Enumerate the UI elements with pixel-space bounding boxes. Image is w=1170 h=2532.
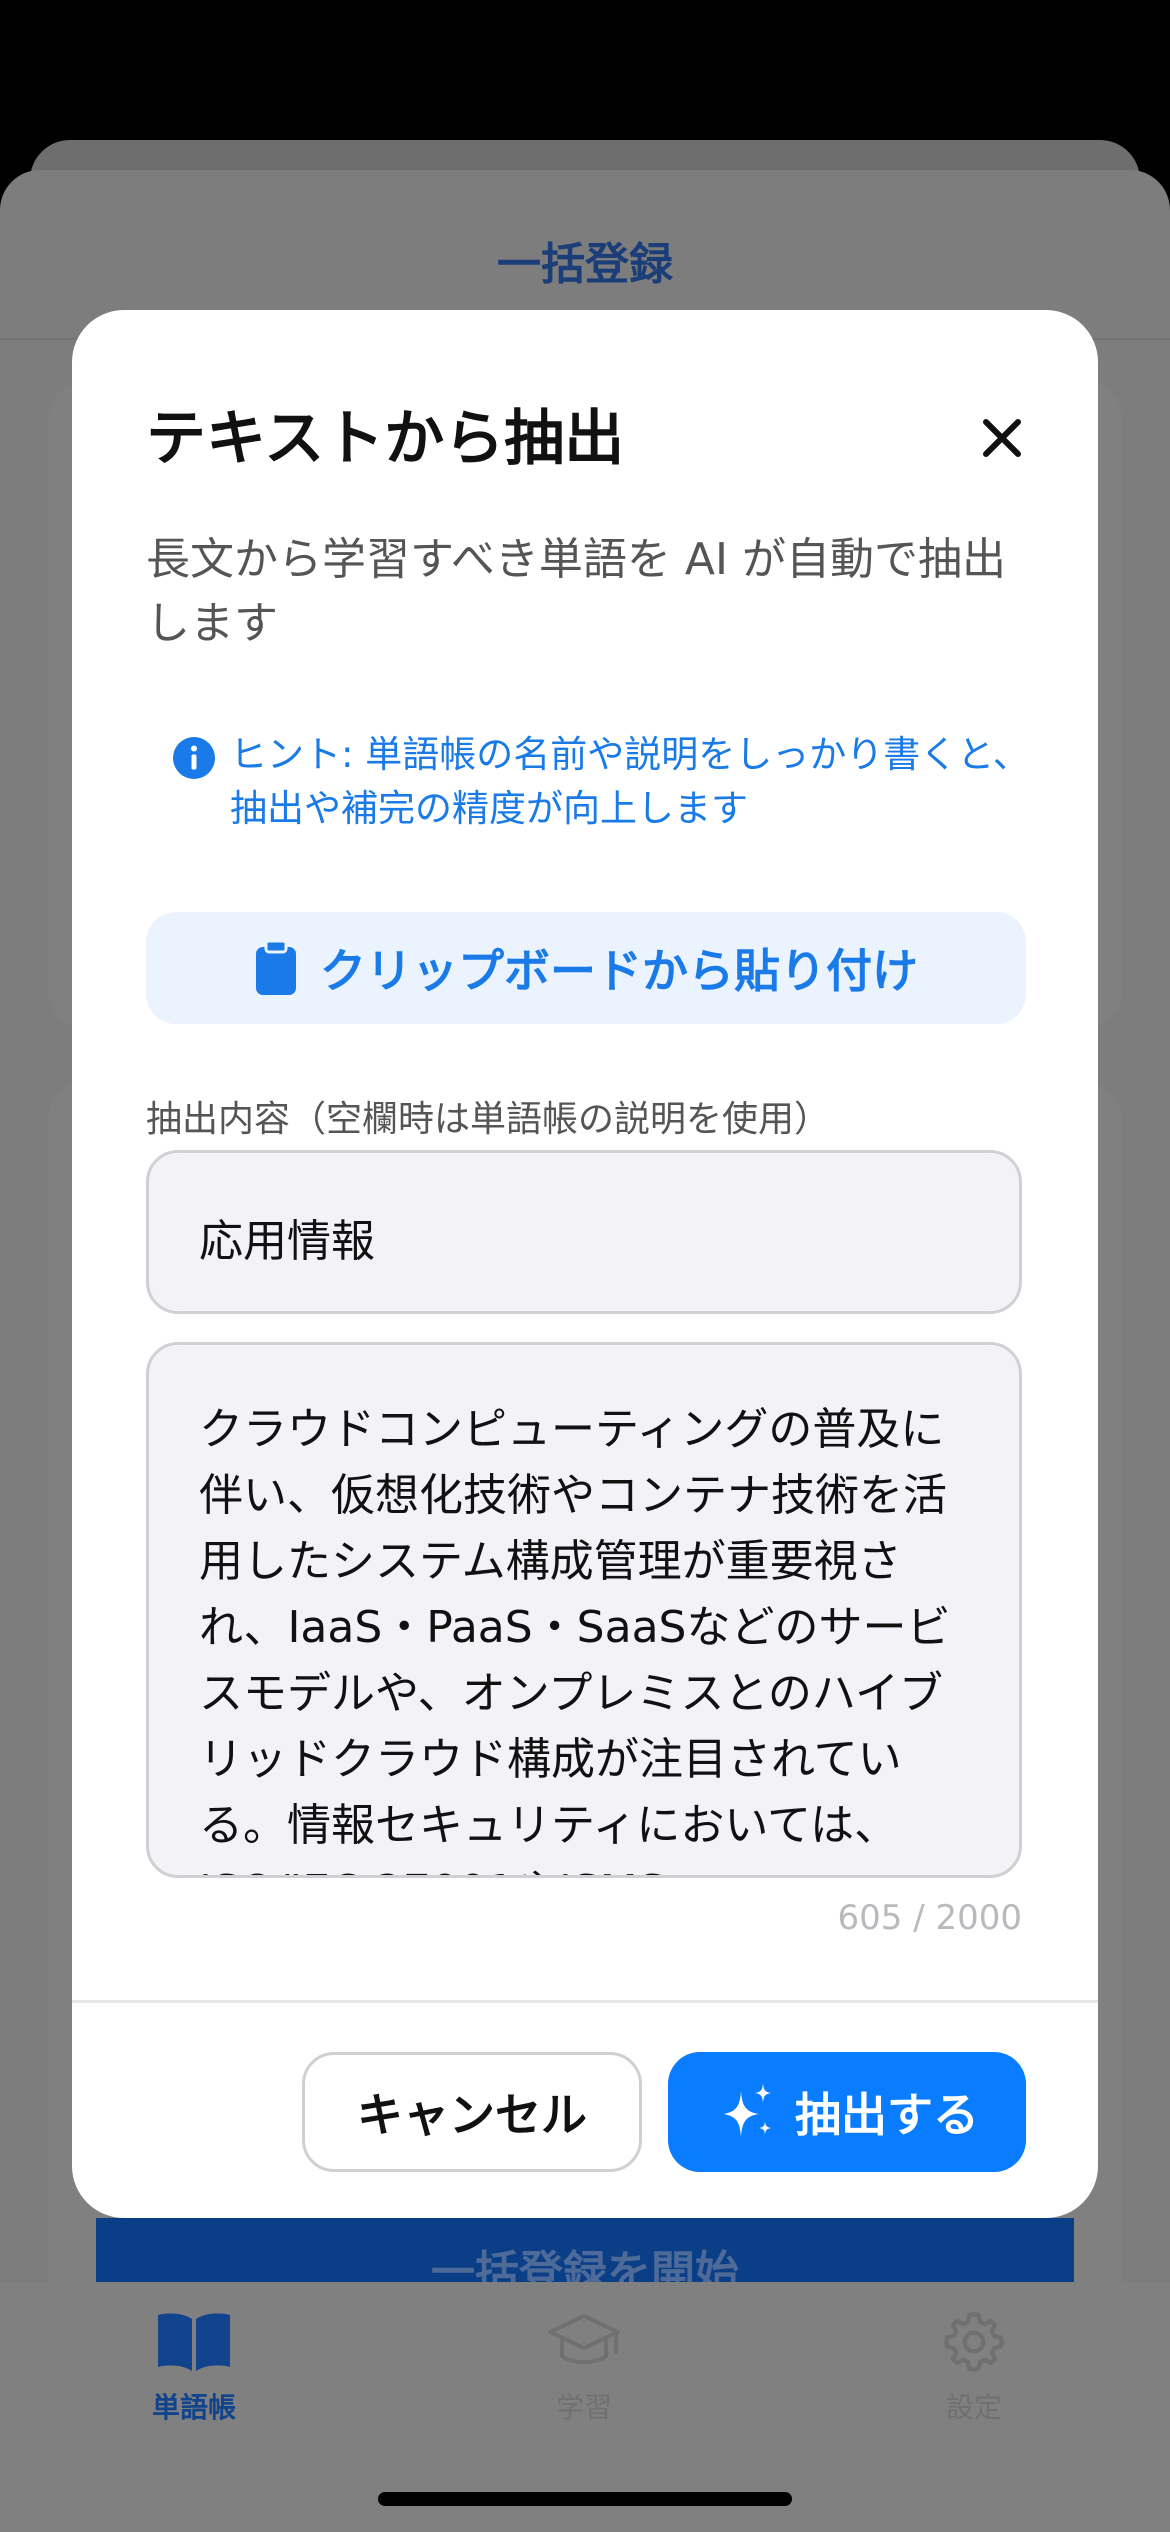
character-counter: 605 / 2000	[837, 1898, 1023, 1938]
tab-label: 設定	[945, 2391, 1002, 2424]
sparkles-icon	[715, 2081, 777, 2143]
home-indicator	[378, 2492, 792, 2506]
hint-message: ヒント: 単語帳の名前や説明をしっかり書くと、抽出や補完の精度が向上します	[172, 728, 1052, 836]
clipboard-icon	[254, 939, 298, 997]
extract-button-label: 抽出する	[795, 2088, 979, 2142]
extract-text-value: クラウドコンピューティングの普及に伴い、仮想化技術やコンテナ技術を活用したシステ…	[199, 1404, 951, 1875]
book-icon	[94, 2302, 294, 2382]
gear-icon	[874, 2302, 1074, 2382]
paste-from-clipboard-button[interactable]: クリップボードから貼り付け	[146, 912, 1026, 1024]
graduation-cap-icon	[484, 2302, 684, 2382]
status-bar	[0, 0, 1170, 140]
modal-description: 長文から学習すべき単語を AI が自動で抽出します	[146, 534, 1006, 649]
tab-settings[interactable]: 設定	[874, 2302, 1074, 2426]
hint-text: ヒント: 単語帳の名前や説明をしっかり書くと、抽出や補完の精度が向上します	[230, 733, 1030, 830]
extract-content-label: 抽出内容（空欄時は単語帳の説明を使用）	[146, 1099, 831, 1140]
footer-divider	[72, 2000, 1098, 2003]
paste-from-clipboard-label: クリップボードから貼り付け	[320, 944, 918, 998]
tab-words[interactable]: 単語帳	[94, 2302, 294, 2426]
cancel-button[interactable]: キャンセル	[302, 2052, 642, 2172]
extract-button[interactable]: 抽出する	[668, 2052, 1026, 2172]
info-icon	[173, 737, 215, 779]
start-bulk-register-button[interactable]: 一括登録を開始	[96, 2218, 1074, 2282]
tab-label: 学習	[555, 2391, 612, 2424]
close-button[interactable]	[952, 388, 1052, 488]
title-input[interactable]: 応用情報	[146, 1150, 1022, 1314]
tab-study[interactable]: 学習	[484, 2302, 684, 2426]
extract-text-area[interactable]: クラウドコンピューティングの普及に伴い、仮想化技術やコンテナ技術を活用したシステ…	[146, 1342, 1022, 1878]
background-page-title: 一括登録	[497, 239, 673, 290]
title-input-value: 応用情報	[199, 1216, 375, 1267]
modal-title: テキストから抽出	[146, 404, 625, 474]
tab-label: 単語帳	[151, 2391, 236, 2424]
extract-from-text-modal: テキストから抽出 長文から学習すべき単語を AI が自動で抽出します ヒント: …	[72, 310, 1098, 2218]
close-icon	[983, 419, 1021, 457]
